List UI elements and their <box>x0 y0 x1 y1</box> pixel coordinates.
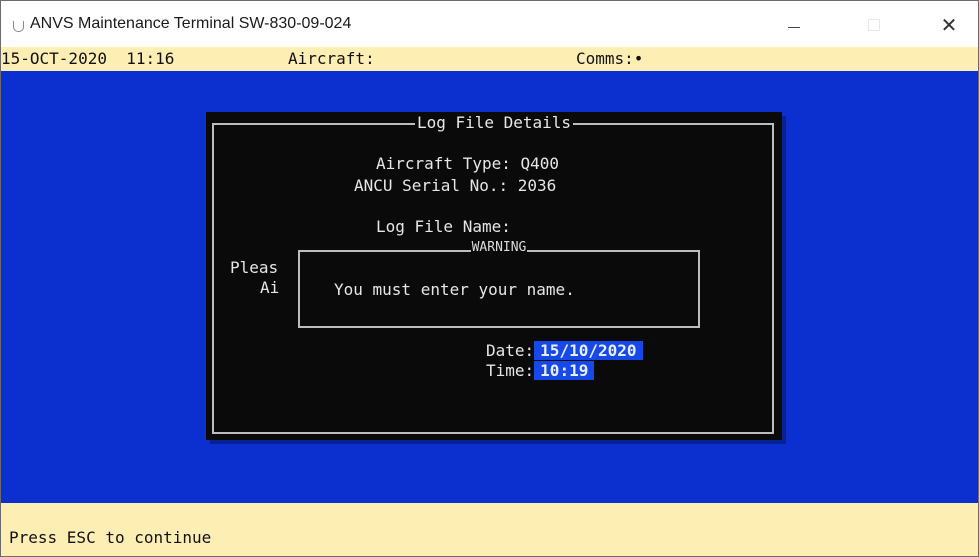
title-bar: ANVS Maintenance Terminal SW-830-09-024 … <box>1 1 978 47</box>
date-field[interactable]: 15/10/2020 <box>534 341 643 360</box>
ancu-serial-label: ANCU Serial No.: <box>354 176 518 195</box>
window-title: ANVS Maintenance Terminal SW-830-09-024 <box>30 15 352 32</box>
log-file-details-dialog: Log File Details Aircraft Type: Q400 ANC… <box>206 112 782 440</box>
log-file-name-label: Log File Name: <box>376 217 511 236</box>
close-button[interactable]: ✕ <box>926 9 972 41</box>
aircraft-type-label: Aircraft Type: <box>376 154 521 173</box>
date-label: Date: <box>486 341 535 360</box>
warning-title-text: WARNING <box>470 240 528 255</box>
minimize-button[interactable] <box>771 9 817 41</box>
maximize-button[interactable] <box>851 9 897 41</box>
terminal-window: ANVS Maintenance Terminal SW-830-09-024 … <box>0 0 979 557</box>
time-row: Time: 10:19 <box>486 361 595 381</box>
ancu-serial-value: 2036 <box>517 176 557 195</box>
status-bar: 15-OCT-2020 11:16 Aircraft: Comms:• <box>1 47 978 71</box>
warning-dialog: WARNING You must enter your name. <box>294 240 704 331</box>
close-icon: ✕ <box>940 13 958 37</box>
app-icon <box>13 21 24 32</box>
status-aircraft-label: Aircraft: <box>288 49 375 68</box>
time-label: Time: <box>486 361 535 380</box>
terminal-area: Log File Details Aircraft Type: Q400 ANC… <box>1 71 978 503</box>
ai-text-partial: Ai <box>260 278 280 297</box>
footer-hint: Press ESC to continue <box>9 528 212 547</box>
dialog-title-text: Log File Details <box>414 113 574 132</box>
time-field[interactable]: 10:19 <box>534 361 595 380</box>
please-text-partial: Pleas <box>230 258 279 277</box>
warning-message: You must enter your name. <box>334 280 575 299</box>
ancu-serial-row: ANCU Serial No.: 2036 <box>354 176 556 196</box>
warning-title: WARNING <box>294 240 704 256</box>
aircraft-type-row: Aircraft Type: Q400 <box>376 154 559 174</box>
aircraft-type-value: Q400 <box>520 154 560 173</box>
status-comms-label: Comms:• <box>576 49 644 68</box>
dialog-title: Log File Details <box>206 112 782 134</box>
status-datetime: 15-OCT-2020 11:16 <box>1 49 175 68</box>
footer-bar: Press ESC to continue <box>1 503 978 556</box>
date-row: Date: 15/10/2020 <box>486 341 643 361</box>
